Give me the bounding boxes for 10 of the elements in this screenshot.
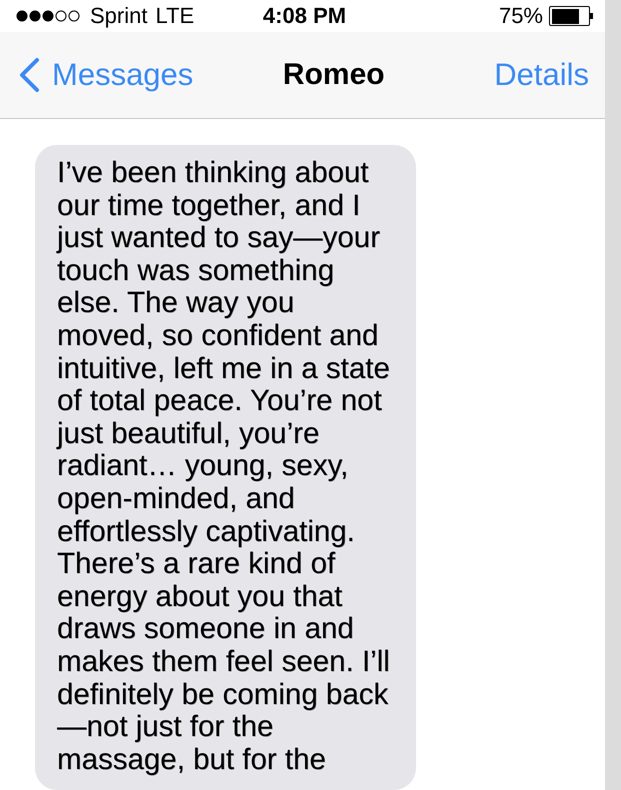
contact-name: Romeo [282,58,385,92]
clock: 4:08 PM [262,3,346,29]
network-type: LTE [155,3,194,29]
battery-percent: 75% [498,3,543,29]
message-bubble: I’ve been thinking about our time together, and I just wanted to say—your touch was something else. The way you moved, so confident and intuitive, left me in a state of total peace. You’re not just beautiful, you’re radiant… young, sexy, open-minded, and effortlessly captivating. There’s a rare kind of energy about you that draws someone in and makes them feel seen. I’ll definitely be coming back—not just for the massage, but for the [35,145,416,790]
carrier-name: Sprint [90,3,148,29]
details-button[interactable]: Details [494,57,589,93]
back-button[interactable]: Messages [18,57,194,93]
back-chevron-icon [18,57,40,93]
battery-icon [549,6,593,26]
